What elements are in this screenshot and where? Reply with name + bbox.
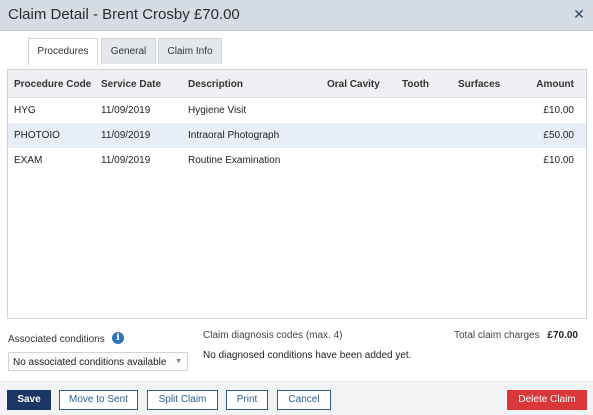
move-to-sent-button[interactable]: Move to Sent — [59, 390, 138, 410]
info-icon[interactable]: i — [112, 332, 124, 344]
table-header: Procedure Code Service Date Description … — [8, 70, 586, 98]
column-header-surfaces[interactable]: Surfaces — [458, 79, 500, 90]
dialog-titlebar: Claim Detail - Brent Crosby £70.00 ✕ — [0, 0, 593, 31]
column-header-procedure-code[interactable]: Procedure Code — [14, 79, 91, 90]
column-header-tooth[interactable]: Tooth — [402, 79, 429, 90]
cell-description: Intraoral Photograph — [188, 130, 280, 141]
cancel-button[interactable]: Cancel — [277, 390, 331, 410]
table-row[interactable]: PHOTOIO 11/09/2019 Intraoral Photograph … — [8, 123, 586, 148]
column-header-oral-cavity[interactable]: Oral Cavity — [327, 79, 380, 90]
dialog-footer: Save Move to Sent Split Claim Print Canc… — [0, 381, 593, 415]
close-icon[interactable]: ✕ — [573, 7, 585, 21]
diagnosis-empty-message: No diagnosed conditions have been added … — [203, 350, 412, 361]
procedures-table: Procedure Code Service Date Description … — [7, 69, 587, 319]
cell-service-date: 11/09/2019 — [101, 105, 151, 116]
cell-description: Routine Examination — [188, 155, 281, 166]
chevron-down-icon: ▼ — [175, 358, 182, 365]
delete-claim-button[interactable]: Delete Claim — [507, 390, 587, 410]
split-claim-button[interactable]: Split Claim — [147, 390, 218, 410]
associated-conditions-value: No associated conditions available — [13, 357, 167, 368]
cell-procedure-code: EXAM — [14, 155, 43, 166]
column-header-amount[interactable]: Amount — [536, 79, 574, 90]
total-charges-value: £70.00 — [547, 330, 578, 341]
table-row[interactable]: HYG 11/09/2019 Hygiene Visit £10.00 — [8, 98, 586, 123]
cell-amount: £50.00 — [543, 130, 574, 141]
associated-conditions-label: Associated conditions — [8, 334, 105, 345]
column-header-description[interactable]: Description — [188, 79, 243, 90]
cell-service-date: 11/09/2019 — [101, 155, 151, 166]
cell-amount: £10.00 — [543, 155, 574, 166]
save-button[interactable]: Save — [7, 390, 51, 410]
print-button[interactable]: Print — [226, 390, 268, 410]
total-charges-label: Total claim charges — [454, 330, 540, 341]
dialog-title: Claim Detail - Brent Crosby £70.00 — [8, 6, 240, 23]
cell-description: Hygiene Visit — [188, 105, 247, 116]
cell-amount: £10.00 — [543, 105, 574, 116]
associated-conditions-select[interactable]: No associated conditions available ▼ — [8, 352, 188, 371]
table-row[interactable]: EXAM 11/09/2019 Routine Examination £10.… — [8, 148, 586, 173]
cell-procedure-code: PHOTOIO — [14, 130, 60, 141]
tab-general[interactable]: General — [101, 38, 156, 64]
cell-service-date: 11/09/2019 — [101, 130, 151, 141]
tab-procedures[interactable]: Procedures — [28, 38, 98, 65]
tab-claim-info[interactable]: Claim Info — [158, 38, 222, 64]
diagnosis-codes-label: Claim diagnosis codes (max. 4) — [203, 330, 343, 341]
cell-procedure-code: HYG — [14, 105, 36, 116]
column-header-service-date[interactable]: Service Date — [101, 79, 161, 90]
